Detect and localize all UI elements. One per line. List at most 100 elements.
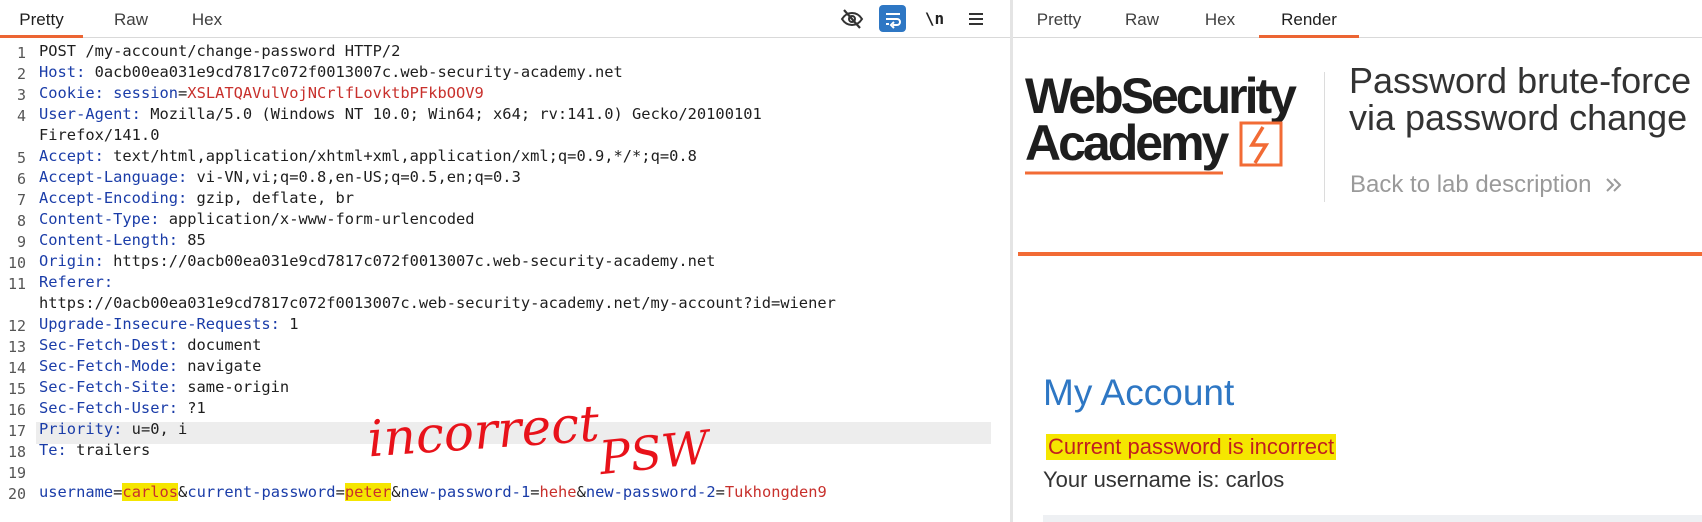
page-heading: My Account bbox=[1043, 372, 1235, 413]
hide-icon[interactable] bbox=[838, 5, 865, 32]
request-panel: Pretty Raw Hex \n 1 2 3 4 5 6 7 8 9 10 1… bbox=[0, 0, 1010, 522]
line-number: 10 bbox=[7, 254, 26, 272]
line-number: 20 bbox=[7, 485, 26, 503]
param-name: current-password bbox=[187, 483, 336, 501]
line-number: 4 bbox=[16, 107, 26, 125]
header-accept: Accept: text/html,application/xhtml+xml,… bbox=[39, 147, 697, 165]
line-number: 14 bbox=[7, 359, 26, 377]
response-panel: Pretty Raw Hex Render WebSecurity Academ… bbox=[1013, 0, 1702, 522]
header-divider bbox=[1018, 252, 1702, 256]
header-value: vi-VN,vi;q=0.8,en-US;q=0.5,en;q=0.3 bbox=[187, 168, 521, 186]
request-line: POST /my-account/change-password HTTP/2 bbox=[39, 42, 401, 60]
newline-toggle-label: \n bbox=[924, 9, 945, 28]
lab-title-line-2: via password change bbox=[1349, 97, 1688, 138]
annotation-text-incorrect: incorrect bbox=[366, 394, 602, 468]
header-value: application/x-www-form-urlencoded bbox=[159, 210, 475, 228]
header-name: Sec-Fetch-Dest: bbox=[39, 336, 178, 354]
header-name: Accept-Language: bbox=[39, 168, 188, 186]
handwritten-annotation: incorrect PSW bbox=[366, 394, 710, 486]
header-sec-fetch-user: Sec-Fetch-User: ?1 bbox=[39, 399, 206, 417]
double-chevron-right-icon bbox=[1606, 178, 1622, 192]
logo-line-2: Academy bbox=[1025, 115, 1230, 171]
header-content-length: Content-Length: 85 bbox=[39, 231, 206, 249]
tab-raw[interactable]: Raw bbox=[1111, 0, 1173, 38]
header-name: Sec-Fetch-Mode: bbox=[39, 357, 178, 375]
username-display: Your username is: carlos bbox=[1043, 467, 1285, 492]
line-number: 19 bbox=[7, 464, 26, 482]
line-number: 9 bbox=[16, 233, 26, 251]
lab-title-line-1: Password brute-force bbox=[1349, 60, 1692, 101]
header-user-agent: User-Agent: Mozilla/5.0 (Windows NT 10.0… bbox=[39, 105, 762, 123]
param-eq: = bbox=[335, 483, 345, 501]
line-number: 12 bbox=[7, 317, 26, 335]
header-value: ?1 bbox=[178, 399, 206, 417]
back-to-lab-link[interactable]: Back to lab description bbox=[1350, 171, 1624, 199]
tab-pretty[interactable]: Pretty bbox=[1023, 0, 1095, 38]
line-number: 13 bbox=[7, 338, 26, 356]
line-number: 2 bbox=[16, 65, 26, 83]
cookie-key: session bbox=[103, 84, 179, 102]
line-number: 11 bbox=[7, 275, 26, 293]
line-number: 5 bbox=[16, 149, 26, 167]
lab-title: Password brute-force via password change bbox=[1349, 62, 1691, 136]
header-name: User-Agent: bbox=[39, 105, 141, 123]
header-sec-fetch-mode: Sec-Fetch-Mode: navigate bbox=[39, 357, 261, 375]
line-number: 8 bbox=[16, 212, 26, 230]
wrap-lines-icon[interactable] bbox=[879, 5, 906, 32]
header-cookie: Cookie: session=XSLATQAVulVojNCrlfLovktb… bbox=[39, 84, 484, 102]
line-number: 3 bbox=[16, 86, 26, 104]
response-tab-bar: Pretty Raw Hex Render bbox=[1013, 0, 1702, 38]
tab-hex[interactable]: Hex bbox=[174, 0, 240, 38]
header-value: https://0acb00ea031e9cd7817c072f0013007c… bbox=[103, 252, 716, 270]
param-value-new-password-2: Tukhongden9 bbox=[724, 483, 827, 501]
line-number: 1 bbox=[16, 44, 26, 62]
header-value: same-origin bbox=[178, 378, 290, 396]
request-tab-bar: Pretty Raw Hex \n bbox=[0, 0, 1010, 38]
header-value: document bbox=[178, 336, 262, 354]
header-name: Accept-Encoding: bbox=[39, 189, 188, 207]
header-upgrade-insecure: Upgrade-Insecure-Requests: 1 bbox=[39, 315, 298, 333]
header-value: trailers bbox=[66, 441, 151, 459]
header-value: u=0, i bbox=[122, 420, 188, 438]
back-link-label: Back to lab description bbox=[1350, 171, 1592, 198]
header-name: Upgrade-Insecure-Requests: bbox=[39, 315, 280, 333]
header-value: gzip, deflate, br bbox=[187, 189, 355, 207]
header-value: 85 bbox=[178, 231, 206, 249]
tab-render[interactable]: Render bbox=[1259, 0, 1359, 38]
header-name: Cookie: bbox=[39, 84, 104, 102]
param-amp: & bbox=[178, 483, 188, 501]
header-accept-encoding: Accept-Encoding: gzip, deflate, br bbox=[39, 189, 354, 207]
line-number: 15 bbox=[7, 380, 26, 398]
error-message: Current password is incorrect bbox=[1046, 434, 1337, 460]
line-number: 16 bbox=[7, 401, 26, 419]
tab-raw[interactable]: Raw bbox=[98, 0, 164, 38]
tab-pretty[interactable]: Pretty bbox=[0, 0, 83, 38]
tab-hex[interactable]: Hex bbox=[1189, 0, 1251, 38]
header-value: Mozilla/5.0 (Windows NT 10.0; Win64; x64… bbox=[140, 105, 762, 123]
header-name: Accept: bbox=[39, 147, 104, 165]
header-priority: Priority: u=0, i bbox=[39, 420, 187, 438]
cookie-value: XSLATQAVulVojNCrlfLovktbPFkbOOV9 bbox=[187, 84, 484, 102]
change-password-form bbox=[1043, 515, 1702, 522]
header-accept-language: Accept-Language: vi-VN,vi;q=0.8,en-US;q=… bbox=[39, 168, 521, 186]
param-value-username: carlos bbox=[122, 483, 179, 501]
header-sec-fetch-site: Sec-Fetch-Site: same-origin bbox=[39, 378, 289, 396]
header-user-agent-cont: Firefox/141.0 bbox=[39, 126, 160, 144]
header-origin: Origin: https://0acb00ea031e9cd7817c072f… bbox=[39, 252, 715, 270]
line-number: 17 bbox=[7, 422, 26, 440]
header-te: Te: trailers bbox=[39, 441, 150, 459]
header-name: Content-Length: bbox=[39, 231, 178, 249]
param-eq: = bbox=[715, 483, 725, 501]
menu-icon[interactable] bbox=[962, 5, 989, 32]
annotation-text-psw: PSW bbox=[596, 420, 710, 486]
newline-icon[interactable]: \n bbox=[921, 5, 948, 32]
cookie-eq: = bbox=[178, 84, 188, 102]
line-number: 7 bbox=[16, 191, 26, 209]
header-name: Referer: bbox=[39, 273, 114, 291]
param-name: username bbox=[39, 483, 114, 501]
header-sec-fetch-dest: Sec-Fetch-Dest: document bbox=[39, 336, 261, 354]
web-security-academy-logo: WebSecurity Academy bbox=[1025, 68, 1300, 175]
header-name: Priority: bbox=[39, 420, 123, 438]
line-number: 6 bbox=[16, 170, 26, 188]
header-name: Origin: bbox=[39, 252, 104, 270]
